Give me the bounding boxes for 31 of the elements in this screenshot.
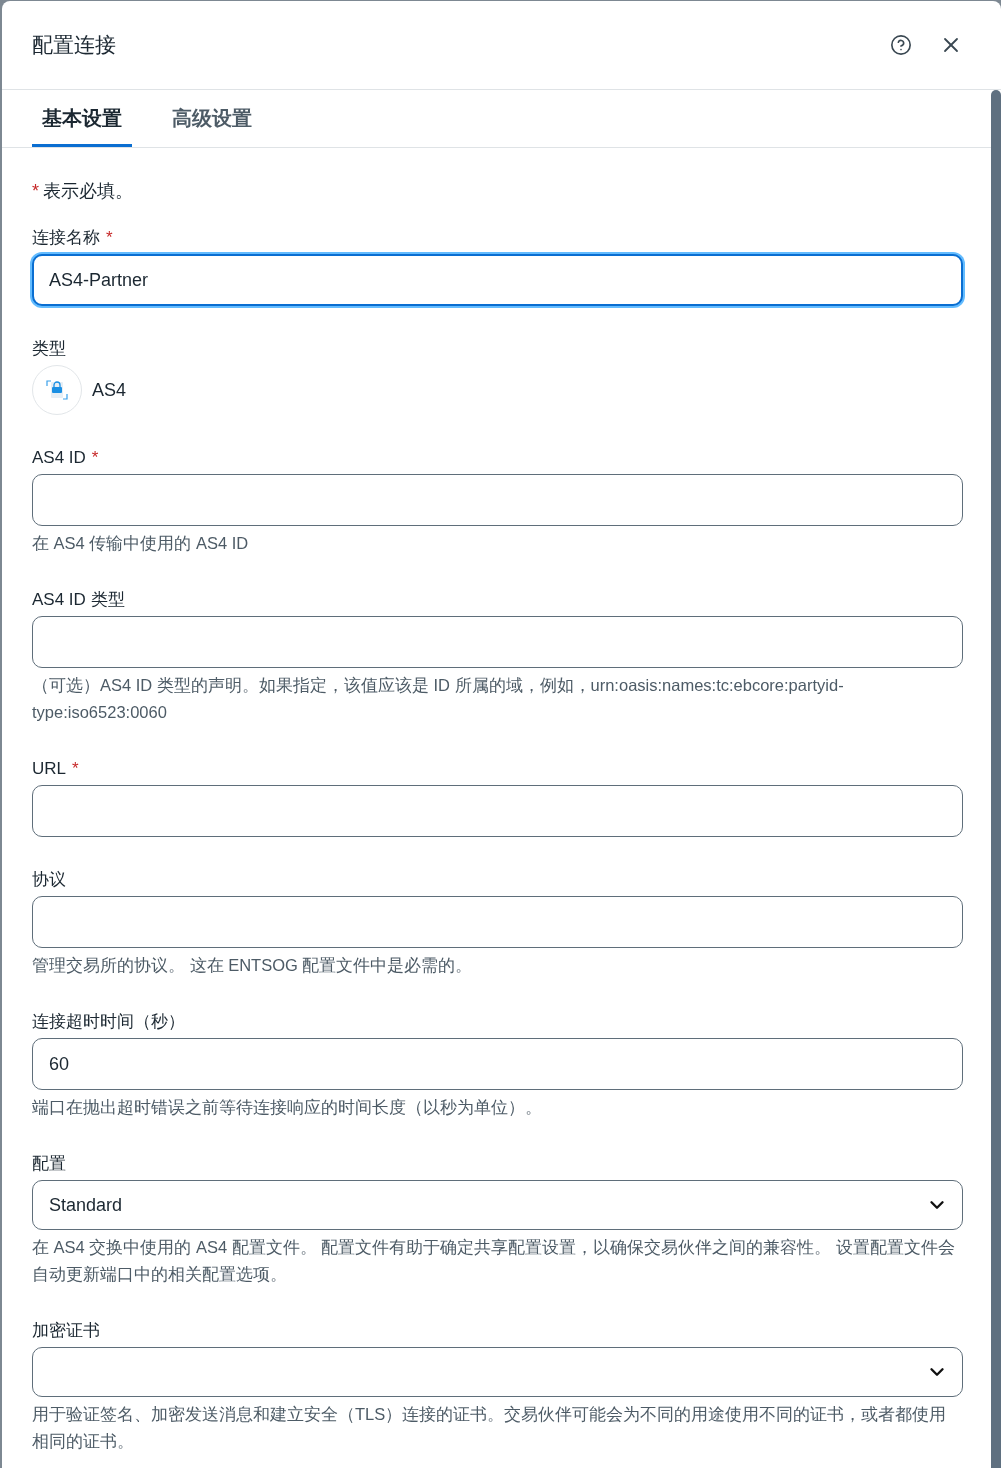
field-label: 协议 bbox=[32, 869, 66, 891]
text-field[interactable]: 60 bbox=[32, 1038, 963, 1090]
field-label: URL * bbox=[32, 758, 79, 780]
dialog-title: 配置连接 bbox=[32, 32, 116, 59]
field-label: AS4 ID * bbox=[32, 447, 99, 469]
field-label: 配置 bbox=[32, 1153, 66, 1175]
field-hint: 端口在抛出超时错误之前等待连接响应的时间长度（以秒为单位）。 bbox=[32, 1097, 543, 1118]
type-value: AS4 bbox=[92, 378, 127, 402]
field-hint: 在 AS4 交换中使用的 AS4 配置文件。 配置文件有助于确定共享配置设置，以确保交易伙伴之间的兼容性。 设置配置文件会自动更新端口中的相关配置选项。 bbox=[32, 1237, 956, 1285]
text-field[interactable] bbox=[32, 616, 963, 668]
dropdown[interactable]: Standard bbox=[32, 1180, 963, 1230]
field-hint: 在 AS4 传输中使用的 AS4 ID bbox=[32, 533, 250, 554]
field-label: 加密证书 bbox=[32, 1320, 100, 1342]
field-hint: 用于验证签名、加密发送消息和建立安全（TLS）连接的证书。交易伙伴可能会为不同的用途使用不同的证书，或者都使用相同的证书。 bbox=[32, 1404, 948, 1452]
text-field[interactable] bbox=[32, 785, 963, 837]
field-label: AS4 ID 类型 bbox=[32, 589, 125, 611]
required-note: * 表示必填。 bbox=[32, 180, 134, 203]
scrollbar-thumb[interactable] bbox=[991, 90, 1001, 1468]
tab[interactable]: 基本设置 bbox=[32, 91, 132, 147]
tab[interactable]: 高级设置 bbox=[162, 91, 262, 147]
field-label: 连接名称 * bbox=[32, 227, 113, 249]
help-icon[interactable] bbox=[890, 34, 912, 56]
text-field[interactable] bbox=[32, 474, 963, 526]
field-label: 连接超时时间（秒） bbox=[32, 1011, 185, 1033]
lock-icon bbox=[32, 365, 82, 415]
text-field[interactable] bbox=[32, 896, 963, 948]
field-hint: （可选）AS4 ID 类型的声明。如果指定，该值应该是 ID 所属的域，例如，urn:oasis:names:tc:ebcore:partyid-type:iso6523:0060 bbox=[32, 675, 845, 723]
field-label: 类型 bbox=[32, 338, 66, 360]
text-field[interactable]: AS4-Partner bbox=[32, 254, 963, 306]
field-hint: 管理交易所的协议。 这在 ENTSOG 配置文件中是必需的。 bbox=[32, 955, 474, 976]
dropdown[interactable] bbox=[32, 1347, 963, 1397]
